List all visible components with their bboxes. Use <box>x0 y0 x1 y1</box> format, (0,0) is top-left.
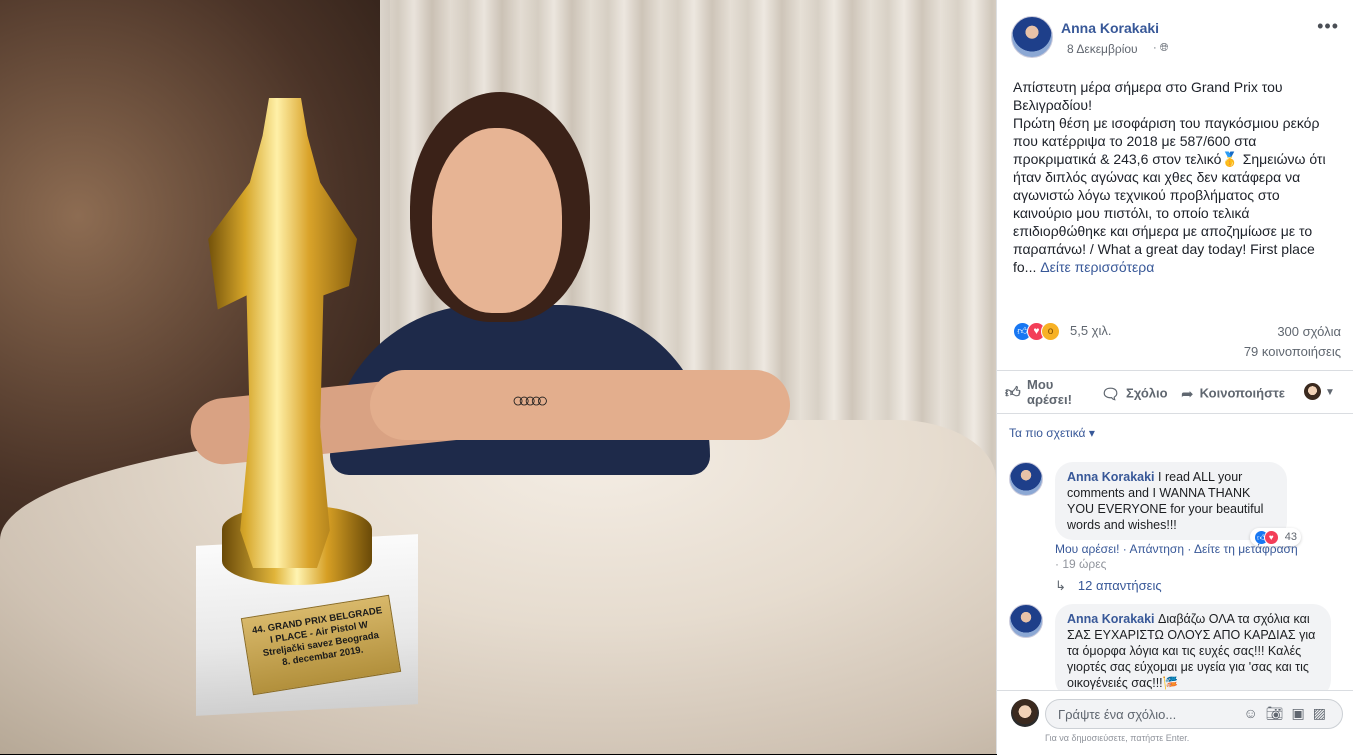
commenter-avatar[interactable] <box>1009 604 1043 638</box>
more-options-icon[interactable]: ••• <box>1317 16 1339 37</box>
photo-person-face <box>432 128 562 313</box>
author-avatar[interactable] <box>1011 16 1053 58</box>
share-button[interactable]: ➦ Κοινοποιήστε <box>1181 385 1285 403</box>
sticker-icon[interactable]: ▨ <box>1313 705 1334 721</box>
gif-icon[interactable]: ▣ <box>1292 705 1313 721</box>
comment-input[interactable]: Γράψτε ένα σχόλιο... ☺📷︎▣▨ <box>1045 699 1343 729</box>
comments-count[interactable]: 300 σχόλια <box>1277 324 1341 339</box>
comment-like-link[interactable]: Μου αρέσει! <box>1055 542 1119 556</box>
commenter-name[interactable]: Anna Korakaki <box>1067 612 1155 626</box>
comment-sort-dropdown[interactable]: Τα πιο σχετικά ▾ <box>1009 426 1095 440</box>
share-button-label: Κοινοποιήστε <box>1199 385 1285 401</box>
caret-down-icon: ▾ <box>1088 426 1095 440</box>
camera-icon[interactable]: 📷︎ <box>1266 705 1292 721</box>
olympic-rings-tattoo: ○○○○○ <box>512 390 548 412</box>
user-avatar-icon <box>1304 383 1321 401</box>
comment-input-placeholder: Γράψτε ένα σχόλιο... <box>1058 707 1177 722</box>
comment-bubble: Anna Korakaki I read ALL your comments a… <box>1055 462 1301 546</box>
view-replies-link[interactable]: ↳ 12 απαντήσεις <box>1055 578 1162 594</box>
see-more-link[interactable]: Δείτε περισσότερα <box>1040 259 1154 275</box>
facebook-photo-viewer: ○○○○○ 44. GRAND PRIX BELGRADE I PLACE - … <box>0 0 1353 755</box>
comment-translate-link[interactable]: Δείτε τη μετάφραση <box>1194 542 1298 556</box>
comment-time[interactable]: 19 ώρες <box>1062 557 1106 571</box>
comment-bubble: Anna Korakaki Διαβάζω ΟΛΑ τα σχόλια και … <box>1055 604 1331 690</box>
share-icon: ➦ <box>1181 386 1194 403</box>
globe-icon: · 🌐︎ <box>1153 42 1169 54</box>
post-actions-bar: 👍︎ Μου αρέσει! 🗨︎ Σχόλιο ➦ Κοινοποιήστε ▼ <box>997 370 1353 414</box>
chevron-down-icon: ▼ <box>1325 387 1335 398</box>
current-user-avatar <box>1011 699 1039 727</box>
post-body: Απίστευτη μέρα σήμερα στο Grand Prix του… <box>1013 79 1326 275</box>
photo-person-arm-right <box>370 370 790 440</box>
emoji-icon[interactable]: ☺ <box>1243 705 1265 721</box>
composer-tools: ☺📷︎▣▨ <box>1243 705 1334 722</box>
commenter-avatar[interactable] <box>1009 462 1043 496</box>
wow-reaction-icon: o <box>1041 322 1060 341</box>
thumbs-up-icon: 👍︎ <box>1005 384 1021 401</box>
replies-count: 12 απαντήσεις <box>1077 578 1162 593</box>
comment-reply-link[interactable]: Απάντηση <box>1129 542 1184 556</box>
composer-hint: Για να δημοσιεύσετε, πατήστε Enter. <box>1045 733 1190 743</box>
commenter-name[interactable]: Anna Korakaki <box>1067 470 1155 484</box>
like-button-label: Μου αρέσει! <box>1027 377 1072 407</box>
comment-button-label: Σχόλιο <box>1126 385 1168 401</box>
reply-arrow-icon: ↳ <box>1055 578 1066 593</box>
post-text: Απίστευτη μέρα σήμερα στο Grand Prix του… <box>1013 78 1339 276</box>
post-date[interactable]: 8 Δεκεμβρίου <box>1067 42 1138 56</box>
comment-item: Anna Korakaki Διαβάζω ΟΛΑ τα σχόλια και … <box>1009 604 1339 690</box>
reaction-summary: 👍︎ ♥ o 5,5 χιλ. 300 σχόλια 79 κοινοποιήσει… <box>1013 322 1343 362</box>
reactions-count[interactable]: 5,5 χιλ. <box>1070 323 1112 338</box>
shares-count[interactable]: 79 κοινοποιήσεις <box>1244 344 1341 359</box>
like-button[interactable]: 👍︎ Μου αρέσει! <box>1005 377 1087 407</box>
comment-item: Anna Korakaki I read ALL your comments a… <box>1009 462 1339 572</box>
comment-composer: Γράψτε ένα σχόλιο... ☺📷︎▣▨ Για να δημοσι… <box>997 690 1353 755</box>
audience-selector[interactable]: ▼ <box>1304 383 1335 401</box>
post-side-panel: Anna Korakaki 8 Δεκεμβρίου · 🌐︎ ••• Απίσ… <box>996 0 1353 755</box>
comment-icon: 🗨︎ <box>1101 386 1121 403</box>
author-name[interactable]: Anna Korakaki <box>1061 20 1159 36</box>
comment-sort-label: Τα πιο σχετικά <box>1009 426 1086 440</box>
post-header: Anna Korakaki 8 Δεκεμβρίου · 🌐︎ ••• <box>1011 16 1341 60</box>
comment-meta: Μου αρέσει! · Απάντηση · Δείτε τη μετάφρ… <box>1055 542 1298 571</box>
reaction-icons[interactable]: 👍︎ ♥ o <box>1013 322 1060 341</box>
post-photo[interactable]: ○○○○○ 44. GRAND PRIX BELGRADE I PLACE - … <box>0 0 996 754</box>
